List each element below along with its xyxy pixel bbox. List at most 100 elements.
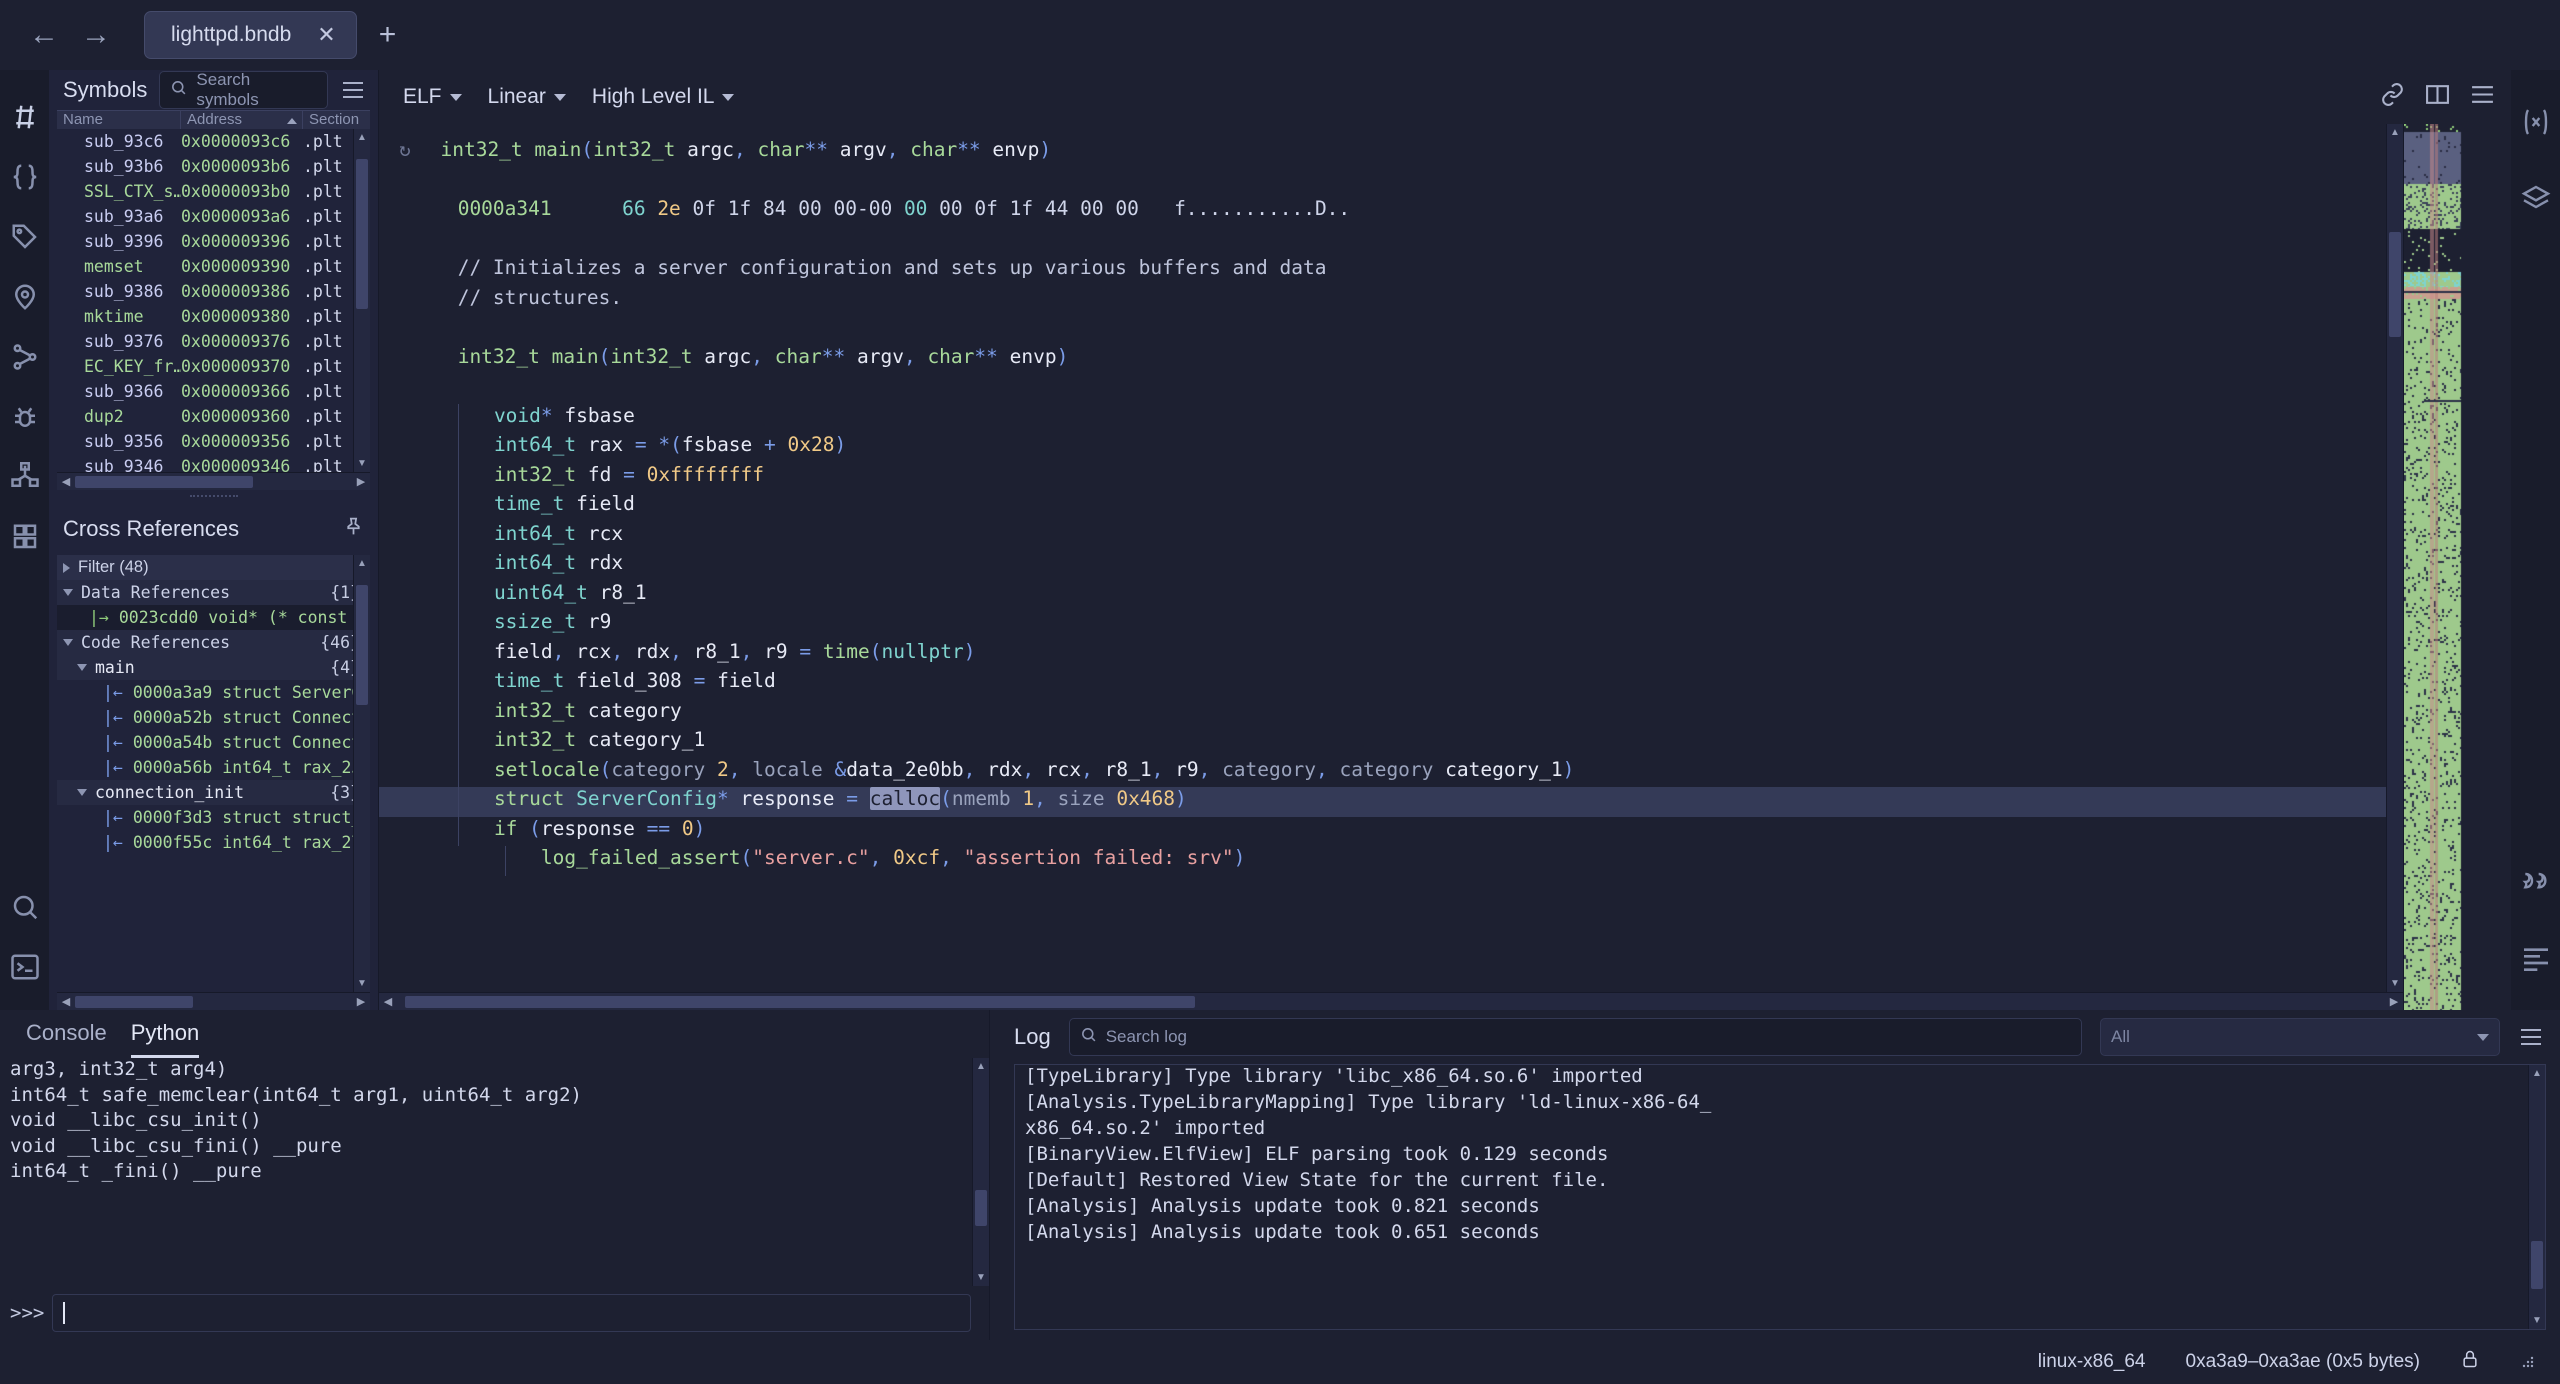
- symbols-search-box[interactable]: Search symbols: [159, 70, 328, 109]
- xrefs-function-row[interactable]: connection_init {3}: [57, 780, 370, 805]
- code-line[interactable]: int32_t main(int32_t argc, char** argv, …: [379, 345, 2403, 375]
- column-header-section[interactable]: Section: [303, 111, 383, 129]
- code-scroll-region[interactable]: ↻ int32_t main(int32_t argc, char** argv…: [379, 124, 2403, 992]
- bug-icon[interactable]: [8, 400, 42, 434]
- xrefs-hscrollbar[interactable]: ◀ ▶: [57, 992, 370, 1010]
- xrefs-group-row[interactable]: Code References {46}: [57, 630, 370, 655]
- components-icon[interactable]: [8, 460, 42, 494]
- chevron-down-icon[interactable]: [77, 664, 87, 671]
- code-line[interactable]: time_t field: [379, 492, 2403, 522]
- table-row[interactable]: memset 0x000009390 .plt: [57, 254, 370, 279]
- xrefs-item-row[interactable]: |→ 0023cdd0 void* (* const callo: [57, 605, 370, 630]
- scroll-left-icon[interactable]: ◀: [57, 993, 75, 1011]
- scroll-left-icon[interactable]: ◀: [379, 993, 397, 1011]
- code-line[interactable]: int32_t fd = 0xffffffff: [379, 462, 2403, 492]
- scroll-right-icon[interactable]: ▶: [2385, 993, 2403, 1011]
- symbols-hscroll-track[interactable]: [75, 475, 352, 488]
- xrefs-function-row[interactable]: main {4}: [57, 655, 370, 680]
- table-row[interactable]: sub_9346 0x000009346 .plt: [57, 454, 370, 472]
- link-icon[interactable]: [2380, 82, 2405, 112]
- stack-icon[interactable]: [8, 520, 42, 554]
- code-line[interactable]: [379, 374, 2403, 404]
- xrefs-hscroll-track[interactable]: [75, 995, 352, 1008]
- xrefs-item-row[interactable]: |← 0000a54b struct Connection*: [57, 730, 370, 755]
- plus-icon[interactable]: +: [379, 20, 397, 50]
- code-hscroll-track[interactable]: [397, 995, 2385, 1008]
- code-line[interactable]: int32_t category: [379, 698, 2403, 728]
- symbols-hscrollbar[interactable]: ◀ ▶: [57, 472, 370, 490]
- scroll-right-icon[interactable]: ▶: [352, 473, 370, 491]
- xrefs-filter-row[interactable]: Filter (48): [57, 555, 370, 580]
- minimap-canvas[interactable]: [2404, 124, 2511, 1010]
- code-line[interactable]: if (response == 0): [379, 816, 2403, 846]
- log-scroll-thumb[interactable]: [2531, 1241, 2543, 1289]
- format-selector[interactable]: ELF: [403, 85, 462, 109]
- file-tab[interactable]: lighttpd.bndb ✕: [144, 11, 357, 59]
- scroll-right-icon[interactable]: ▶: [352, 993, 370, 1011]
- code-hscrollbar[interactable]: ◀ ▶: [379, 992, 2403, 1010]
- hamburger-icon[interactable]: [2518, 1027, 2544, 1047]
- tab-console[interactable]: Console: [26, 1020, 107, 1058]
- close-icon[interactable]: ✕: [317, 24, 335, 46]
- comments-icon[interactable]: [2520, 866, 2552, 903]
- tab-python[interactable]: Python: [130, 1020, 200, 1058]
- code-line[interactable]: void* fsbase: [379, 403, 2403, 433]
- types-icon[interactable]: [8, 160, 42, 194]
- arrow-right-icon[interactable]: →: [70, 9, 122, 61]
- chevron-down-icon[interactable]: [77, 789, 87, 796]
- xrefs-vscrollbar[interactable]: ▲ ▼: [353, 555, 370, 992]
- code-line[interactable]: ssize_t r9: [379, 610, 2403, 640]
- log-search-box[interactable]: Search log: [1068, 1018, 2082, 1056]
- scroll-down-icon[interactable]: ▼: [2387, 975, 2403, 992]
- table-row[interactable]: sub_9396 0x000009396 .plt: [57, 229, 370, 254]
- chevron-down-icon[interactable]: [63, 639, 73, 646]
- xrefs-item-row[interactable]: |← 0000a56b int64_t rax_25 = ca: [57, 755, 370, 780]
- layers-icon[interactable]: [2520, 183, 2552, 220]
- table-row[interactable]: EC_KEY_fr… 0x000009370 .plt: [57, 354, 370, 379]
- scroll-left-icon[interactable]: ◀: [57, 473, 75, 491]
- table-row[interactable]: sub_9386 0x000009386 .plt: [57, 279, 370, 304]
- pin-icon[interactable]: [343, 516, 364, 542]
- code-line[interactable]: int64_t rdx: [379, 551, 2403, 581]
- binary-overview-minimap[interactable]: [2403, 124, 2511, 1010]
- code-hscroll-thumb[interactable]: [405, 995, 1195, 1008]
- code-line[interactable]: setlocale(category 2, locale &data_2e0bb…: [379, 757, 2403, 787]
- xrefs-tree[interactable]: Filter (48) Data References {1} |→ 0023cdd0 …: [57, 555, 370, 992]
- code-line[interactable]: time_t field_308 = field: [379, 669, 2403, 699]
- table-row[interactable]: sub_9356 0x000009356 .plt: [57, 429, 370, 454]
- code-line[interactable]: int64_t rax = *(fsbase + 0x28): [379, 433, 2403, 463]
- table-row[interactable]: SSL_CTX_s… 0x0000093b0 .plt: [57, 179, 370, 204]
- scroll-up-icon[interactable]: ▲: [354, 555, 370, 572]
- code-line[interactable]: struct ServerConfig* response = calloc(n…: [379, 787, 2403, 817]
- table-row[interactable]: sub_9376 0x000009376 .plt: [57, 329, 370, 354]
- resize-grip-icon[interactable]: [2520, 1354, 2536, 1370]
- graph-icon[interactable]: [8, 340, 42, 374]
- code-line[interactable]: uint64_t r8_1: [379, 580, 2403, 610]
- xrefs-item-row[interactable]: |← 0000a52b struct Connection*: [57, 705, 370, 730]
- scroll-down-icon[interactable]: ▼: [354, 975, 370, 992]
- layout-selector[interactable]: Linear: [488, 85, 566, 109]
- table-row[interactable]: sub_9366 0x000009366 .plt: [57, 379, 370, 404]
- code-vscrollbar[interactable]: ▲ ▼: [2386, 124, 2403, 992]
- code-line[interactable]: // Initializes a server configuration an…: [379, 256, 2403, 286]
- tags-icon[interactable]: [8, 220, 42, 254]
- log-vscrollbar[interactable]: ▲ ▼: [2528, 1065, 2545, 1329]
- scroll-down-icon[interactable]: ▼: [973, 1269, 989, 1286]
- table-row[interactable]: sub_93c6 0x0000093c6 .plt: [57, 129, 370, 154]
- console-output[interactable]: arg3, int32_t arg4) int64_t safe_memclear…: [0, 1058, 989, 1286]
- code-line[interactable]: log_failed_assert("server.c", 0xcf, "ass…: [379, 846, 2403, 876]
- hamburger-icon[interactable]: [340, 80, 366, 100]
- split-pane-icon[interactable]: [2425, 82, 2450, 112]
- scroll-up-icon[interactable]: ▲: [2529, 1065, 2545, 1082]
- dock-divider[interactable]: [49, 490, 378, 503]
- refresh-icon[interactable]: ↻: [399, 138, 417, 161]
- chevron-down-icon[interactable]: [63, 589, 73, 596]
- code-line[interactable]: [379, 315, 2403, 345]
- hex-dump-row[interactable]: 0000a341 66 2e 0f 1f 84 00 00-00 00 00 0…: [379, 197, 2403, 227]
- scroll-down-icon[interactable]: ▼: [354, 455, 370, 472]
- symbols-scroll-thumb[interactable]: [356, 158, 368, 309]
- column-header-name[interactable]: Name: [57, 110, 181, 129]
- symbols-row-list[interactable]: sub_93c6 0x0000093c6 .plt sub_93b6 0x0000093…: [57, 128, 370, 472]
- column-header-address[interactable]: Address: [181, 110, 303, 129]
- lock-icon[interactable]: [2460, 1347, 2480, 1377]
